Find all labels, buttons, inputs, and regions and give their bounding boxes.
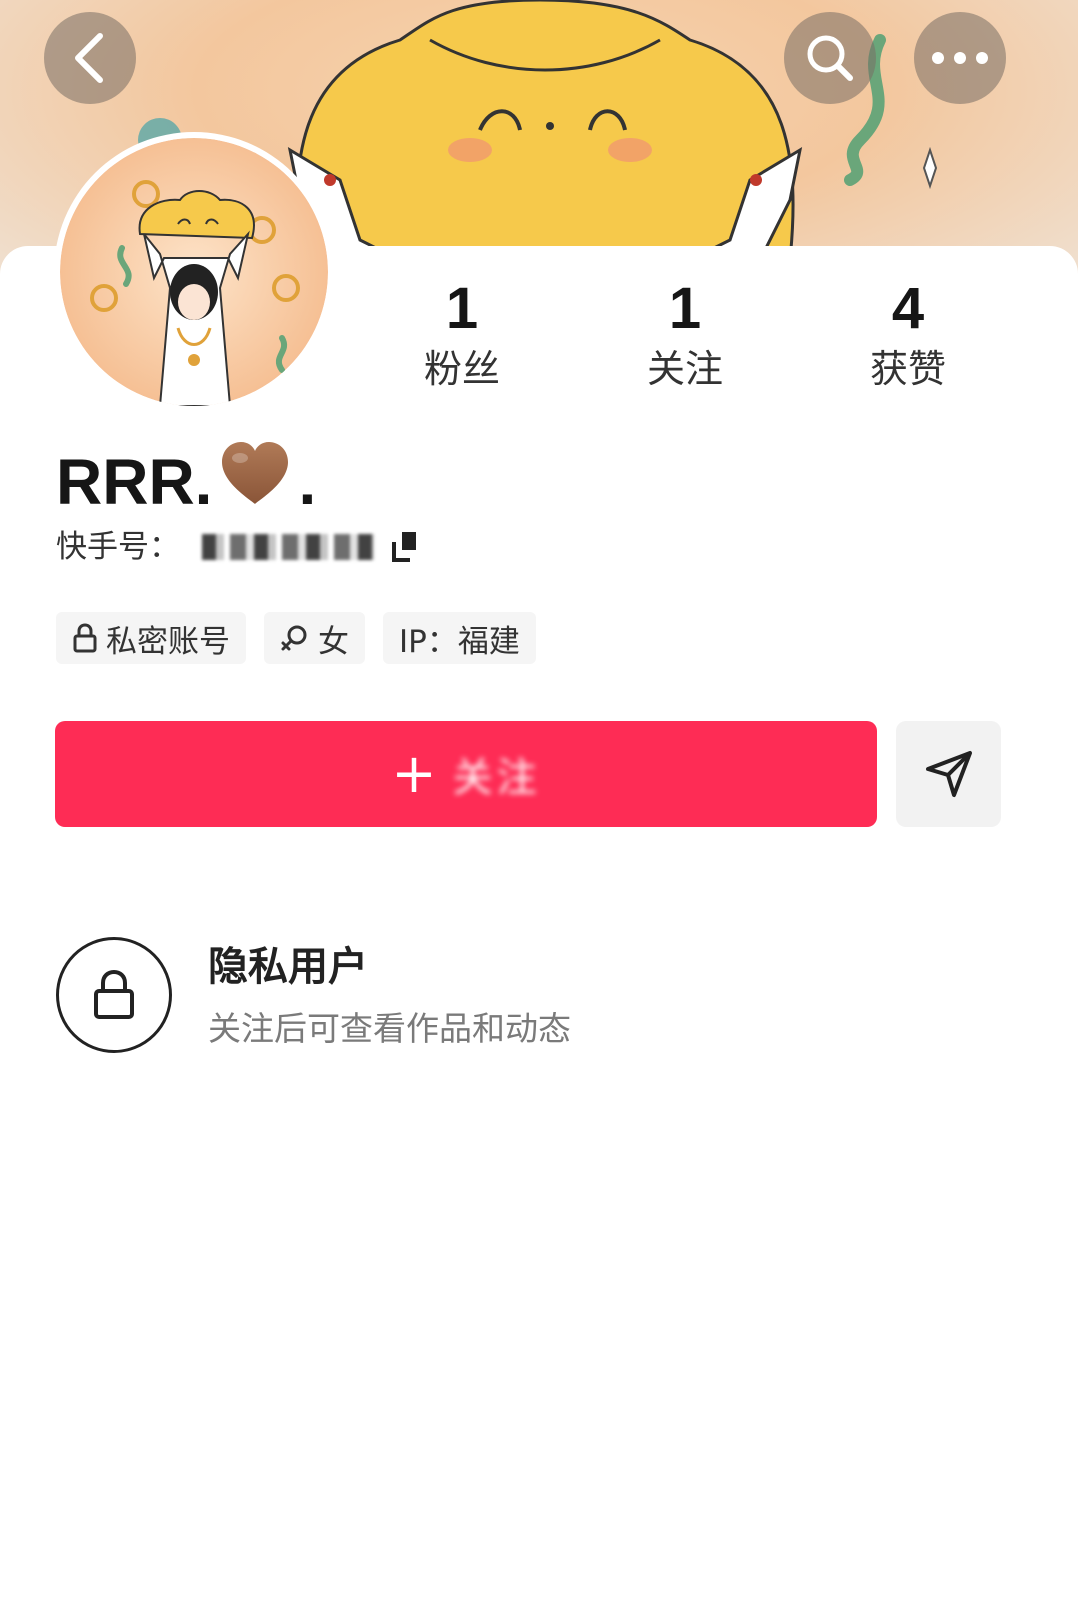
more-dots-icon (932, 52, 988, 64)
tag-ip: IP：福建 (383, 612, 536, 664)
tag-ip-label: IP：福建 (399, 623, 520, 660)
avatar[interactable] (60, 138, 328, 406)
lock-icon (94, 969, 134, 1019)
search-button[interactable] (784, 12, 876, 104)
follow-button[interactable]: + 关注 (55, 721, 877, 827)
account-id-value-redacted (202, 534, 374, 560)
username-suffix: . (298, 446, 317, 518)
chevron-left-icon (75, 33, 103, 83)
lock-icon (73, 623, 97, 653)
likes-label: 获赞 (869, 347, 946, 391)
following-label: 关注 (646, 347, 723, 391)
tag-gender-label: 女 (318, 623, 349, 660)
tag-gender: 女 (264, 612, 365, 664)
privacy-title: 隐私用户 (208, 944, 368, 990)
username: RRR. . (56, 440, 316, 524)
stat-following[interactable]: 1 关注 (605, 278, 765, 394)
fans-count: 1 (445, 276, 479, 341)
profile-page: 1 粉丝 1 关注 4 获赞 RRR. . 快手号： 私密账号 女 IP：福建 … (0, 0, 1078, 1600)
tag-private-account: 私密账号 (56, 612, 246, 664)
likes-count: 4 (891, 276, 925, 341)
brown-heart-icon (218, 440, 292, 524)
stat-fans[interactable]: 1 粉丝 (382, 278, 542, 394)
back-button[interactable] (44, 12, 136, 104)
tag-private-label: 私密账号 (106, 623, 230, 660)
username-prefix: RRR. (56, 446, 213, 518)
account-id-label: 快手号： (56, 529, 180, 565)
follow-label: 关注 (452, 755, 541, 801)
send-icon (925, 751, 972, 797)
search-icon (807, 35, 853, 81)
plus-icon: + (391, 742, 437, 805)
copy-icon[interactable] (390, 530, 420, 564)
avatar-illustration (60, 138, 328, 406)
stat-likes[interactable]: 4 获赞 (828, 278, 988, 394)
share-button[interactable] (896, 721, 1001, 827)
fans-label: 粉丝 (423, 347, 500, 391)
following-count: 1 (668, 276, 702, 341)
more-button[interactable] (914, 12, 1006, 104)
account-id-row: 快手号： (56, 524, 420, 570)
female-icon (281, 625, 307, 651)
profile-tags: 私密账号 女 IP：福建 (56, 612, 536, 664)
privacy-lock-badge (56, 937, 172, 1053)
privacy-description: 关注后可查看作品和动态 (208, 1009, 571, 1048)
